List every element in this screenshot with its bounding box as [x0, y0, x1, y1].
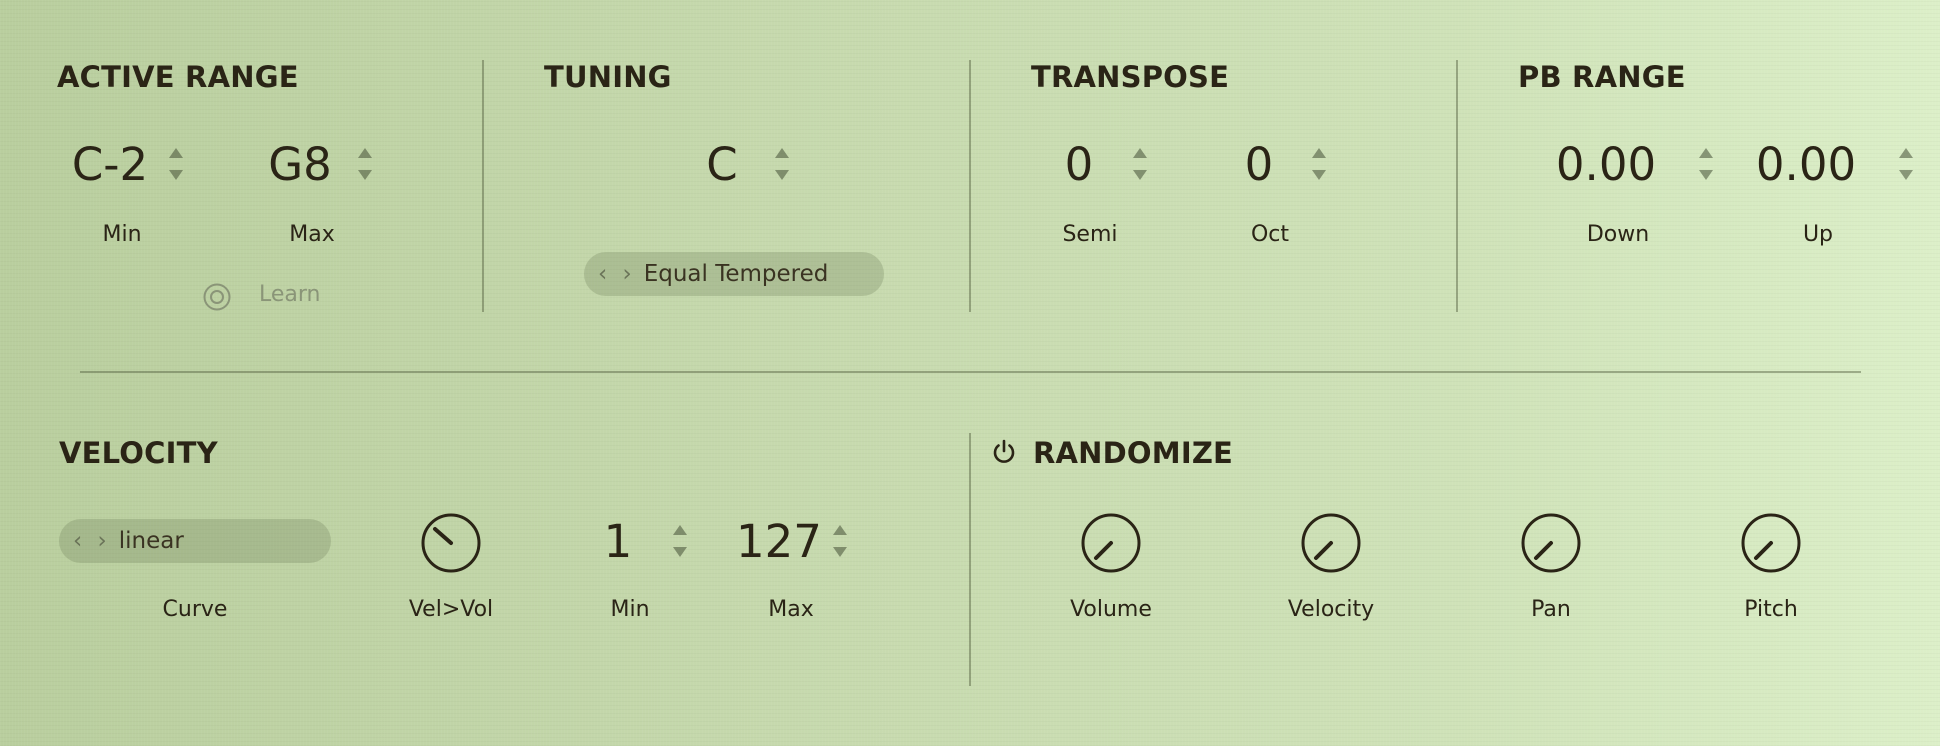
learn-label: Learn	[259, 282, 321, 307]
randomize-pan-label: Pan	[1531, 597, 1571, 622]
pb-range-title: PB RANGE	[1518, 60, 1686, 94]
knob-icon	[1301, 513, 1361, 573]
randomize-volume-knob[interactable]	[1080, 512, 1142, 574]
active-range-max-value[interactable]: G8	[245, 138, 355, 192]
power-icon	[993, 439, 1015, 463]
horizontal-separator	[80, 371, 1861, 373]
transpose-oct-label: Oct	[1250, 222, 1290, 247]
tuning-key-value[interactable]: C	[690, 138, 754, 192]
velocity-title: VELOCITY	[59, 436, 218, 470]
transpose-semi-spinner-icon[interactable]	[1131, 144, 1149, 188]
randomize-power-button[interactable]	[992, 439, 1016, 469]
randomize-pitch-label: Pitch	[1744, 597, 1798, 622]
randomize-volume-label: Volume	[1070, 597, 1152, 622]
active-range-min-label: Min	[102, 222, 142, 247]
pb-range-down-value[interactable]: 0.00	[1548, 138, 1664, 192]
velocity-max-spinner-icon[interactable]	[831, 521, 849, 565]
randomize-pan-knob[interactable]	[1520, 512, 1582, 574]
pb-range-down-spinner-icon[interactable]	[1697, 144, 1715, 188]
pb-range-up-label: Up	[1802, 222, 1834, 247]
velocity-min-label: Min	[610, 597, 650, 622]
chevron-left-right-icon: ‹ ›	[73, 528, 111, 554]
velocity-curve-value: linear	[118, 528, 184, 554]
separator-bottom	[969, 433, 971, 686]
knob-icon	[421, 513, 481, 573]
randomize-title: RANDOMIZE	[1033, 436, 1234, 470]
knob-icon	[1741, 513, 1801, 573]
pb-range-down-label: Down	[1586, 222, 1650, 247]
separator-3	[1456, 60, 1458, 312]
tuning-scale-selector[interactable]: ‹ › Equal Tempered	[584, 252, 884, 296]
transpose-oct-value[interactable]: 0	[1229, 138, 1289, 192]
randomize-pitch-knob[interactable]	[1740, 512, 1802, 574]
tuning-title: TUNING	[544, 60, 672, 94]
active-range-max-label: Max	[289, 222, 335, 247]
transpose-semi-value[interactable]: 0	[1049, 138, 1109, 192]
knob-icon	[1081, 513, 1141, 573]
separator-2	[969, 60, 971, 312]
transpose-semi-label: Semi	[1062, 222, 1118, 247]
pb-range-up-spinner-icon[interactable]	[1897, 144, 1915, 188]
active-range-max-spinner-icon[interactable]	[356, 144, 374, 188]
tuning-scale-value: Equal Tempered	[643, 261, 829, 287]
velocity-curve-label: Curve	[162, 597, 228, 622]
pb-range-up-value[interactable]: 0.00	[1748, 138, 1864, 192]
separator-1	[482, 60, 484, 312]
velocity-max-value[interactable]: 127	[729, 515, 829, 569]
learn-button[interactable]: Learn	[202, 281, 342, 313]
velocity-min-value[interactable]: 1	[588, 515, 648, 569]
active-range-title: ACTIVE RANGE	[57, 60, 299, 94]
transpose-title: TRANSPOSE	[1031, 60, 1230, 94]
knob-icon	[1521, 513, 1581, 573]
chevron-left-right-icon: ‹ ›	[598, 261, 636, 287]
randomize-velocity-knob[interactable]	[1300, 512, 1362, 574]
velocity-curve-selector[interactable]: ‹ › linear	[59, 519, 331, 563]
randomize-velocity-label: Velocity	[1287, 597, 1375, 622]
vel-vol-label: Vel>Vol	[408, 597, 494, 622]
velocity-min-spinner-icon[interactable]	[671, 521, 689, 565]
tuning-key-spinner-icon[interactable]	[773, 144, 791, 188]
velocity-max-label: Max	[768, 597, 814, 622]
active-range-min-value[interactable]: C-2	[55, 138, 165, 192]
active-range-min-spinner-icon[interactable]	[167, 144, 185, 188]
vel-vol-knob[interactable]	[420, 512, 482, 574]
target-icon	[203, 283, 231, 311]
transpose-oct-spinner-icon[interactable]	[1310, 144, 1328, 188]
